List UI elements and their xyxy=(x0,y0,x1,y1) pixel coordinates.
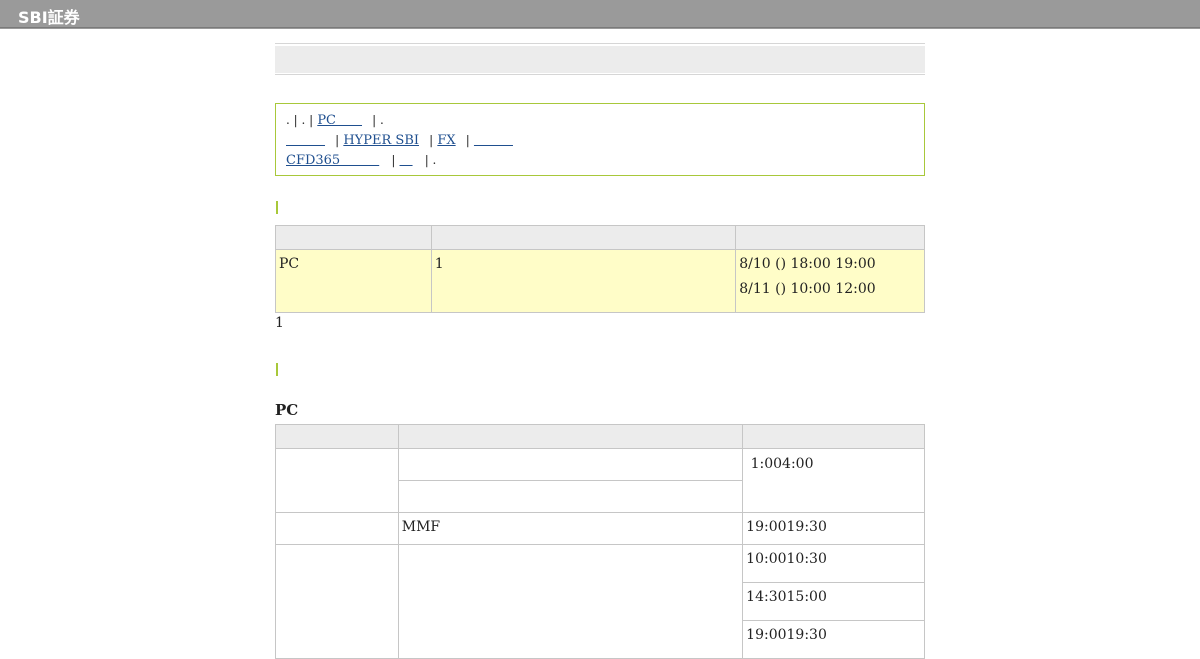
table-cell xyxy=(397,480,744,513)
table-header-row xyxy=(275,424,925,449)
table-cell xyxy=(275,448,399,513)
nav-suffix: | . xyxy=(424,153,437,167)
table-cell-system: PC xyxy=(275,249,432,313)
table-cell-time: 10:0010:30 xyxy=(742,544,925,583)
table-cell: MMF xyxy=(397,512,744,545)
nav-prefix: . | . | xyxy=(286,113,314,127)
sbi-logo[interactable]: SBI証券 xyxy=(18,4,80,28)
table-header-cell xyxy=(735,225,925,250)
table-cell-content: 1 xyxy=(430,249,737,313)
table-cell xyxy=(397,544,744,659)
table-cell xyxy=(275,544,399,659)
nav-link-pc[interactable]: PC xyxy=(317,113,362,128)
nav-link-hyper-sbi[interactable]: HYPER SBI xyxy=(343,133,419,148)
nav-separator: | xyxy=(335,133,340,147)
table-cell xyxy=(275,512,399,545)
nav-suffix: | . xyxy=(372,113,384,127)
schedule-table-1: PC 1 8/10 () 18:00 19:00 8/11 () 10:00 1… xyxy=(275,225,925,313)
table-cell-time: 1:004:00 xyxy=(742,448,925,513)
divider-line xyxy=(275,43,925,44)
table-header-row xyxy=(275,225,925,250)
nav-separator: | xyxy=(465,133,470,147)
table-row: MMF 19:0019:30 xyxy=(275,512,925,545)
footnote: 1 xyxy=(275,315,284,331)
nav-link-cfd365[interactable]: CFD365 xyxy=(286,153,379,168)
table-header-cell xyxy=(275,225,432,250)
nav-separator: | xyxy=(429,133,434,147)
table-cell-time: 19:0019:30 xyxy=(742,512,925,545)
title-bar xyxy=(275,46,925,73)
schedule-table-2: 1:004:00 MMF 19:0019:30 10:0010:30 14:30… xyxy=(275,424,925,659)
nav-line-1: . | . | PC | . xyxy=(286,110,384,131)
time-line: 8/11 () 10:00 12:00 xyxy=(739,281,876,297)
section-marker-1 xyxy=(276,201,278,214)
table-cell xyxy=(397,448,744,481)
nav-link-blank-c[interactable] xyxy=(400,153,413,168)
section-subheading: PC xyxy=(275,401,299,419)
table-cell-time: 8/10 () 18:00 19:00 8/11 () 10:00 12:00 xyxy=(735,249,925,313)
navigation-box: . | . | PC | . | HYPER SBI | FX | CFD365… xyxy=(275,103,925,176)
table-header-cell xyxy=(397,424,744,449)
header-divider xyxy=(0,28,1200,29)
nav-line-2: | HYPER SBI | FX | xyxy=(286,130,513,151)
divider-line xyxy=(275,74,925,75)
table-header-cell xyxy=(742,424,925,449)
time-line: 8/10 () 18:00 19:00 xyxy=(739,256,876,272)
table-header-cell xyxy=(275,424,399,449)
section-marker-2 xyxy=(276,363,278,376)
table-row: PC 1 8/10 () 18:00 19:00 8/11 () 10:00 1… xyxy=(275,249,925,313)
table-cell-time: 14:3015:00 xyxy=(742,582,925,621)
table-header-cell xyxy=(430,225,737,250)
nav-link-blank-b[interactable] xyxy=(474,133,513,148)
nav-separator: | xyxy=(391,153,396,167)
nav-line-3: CFD365 | | . xyxy=(286,150,436,171)
nav-link-blank-a[interactable] xyxy=(286,133,325,148)
table-row: 1:004:00 xyxy=(275,448,925,513)
table-cell-time: 19:0019:30 xyxy=(742,620,925,659)
site-header-bar: SBI証券 xyxy=(0,0,1200,28)
table-row: 10:0010:30 xyxy=(275,544,925,659)
nav-link-fx[interactable]: FX xyxy=(437,133,455,148)
